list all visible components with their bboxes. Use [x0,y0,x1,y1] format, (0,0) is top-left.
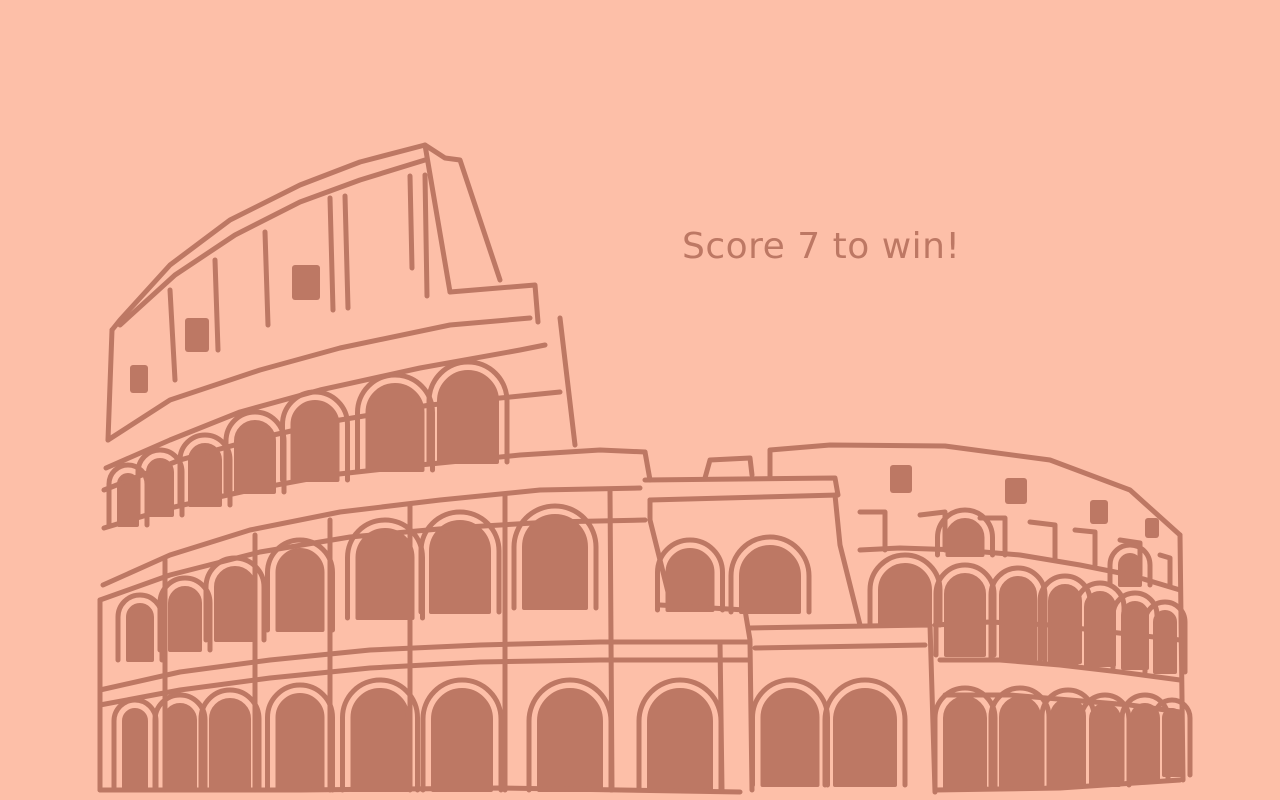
arch-opening [275,548,325,632]
colosseum-illustration [97,142,1193,795]
arch-opening [214,566,256,642]
arch-opening [647,688,713,792]
arch-opening [431,688,493,792]
arch-opening [275,693,325,792]
arch-opening [943,696,987,790]
arch-opening [209,698,251,792]
arch-opening [1153,610,1177,674]
arch-opening [665,548,715,612]
arch-opening [437,370,499,464]
arch-openings [106,359,1193,793]
arch-opening [163,703,197,792]
arch-opening [833,688,897,787]
arch-opening [290,400,340,482]
arch-opening [126,603,154,662]
arch-opening [234,420,276,494]
arch-opening [999,576,1037,662]
arch-opening [122,708,148,792]
arch-opening [1118,553,1142,587]
arch-opening [168,586,202,652]
arch-opening [355,528,415,620]
arch-opening [522,514,588,610]
arch-opening [365,383,425,472]
arch-opening [760,688,820,787]
arch-opening [350,688,410,792]
arch-opening [739,545,801,614]
arch-opening [944,573,986,657]
arch-opening [537,688,603,792]
goal-text: Score 7 to win! [682,226,961,267]
arch-opening [1089,703,1121,787]
arch-opening [999,696,1041,788]
game-screen: Score 7 to win! [0,0,1280,800]
arch-opening [878,563,932,627]
arch-opening [1162,708,1182,777]
arch-opening [429,520,491,614]
